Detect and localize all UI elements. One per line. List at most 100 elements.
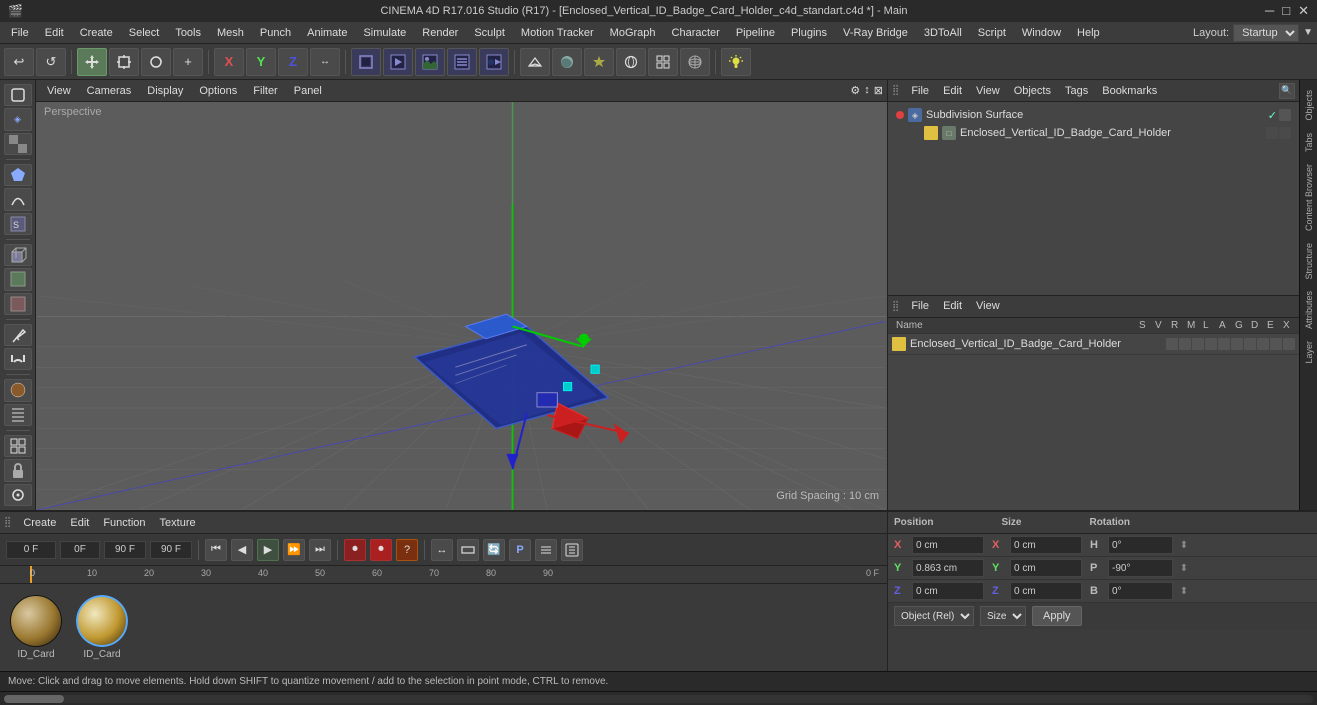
mat-create-menu[interactable]: Create — [17, 515, 62, 531]
grid-toggle-btn[interactable] — [4, 435, 32, 457]
mat-function-menu[interactable]: Function — [97, 515, 151, 531]
render-queue-button[interactable] — [479, 48, 509, 76]
keyframe-btn[interactable]: ? — [396, 539, 418, 561]
am-view-menu[interactable]: View — [970, 298, 1006, 314]
select-live-btn[interactable]: ◈ — [4, 108, 32, 130]
menu-render[interactable]: Render — [415, 25, 465, 41]
axis-z-button[interactable]: Z — [278, 48, 308, 76]
x-pos-input[interactable] — [912, 536, 984, 554]
cube-btn[interactable] — [4, 244, 32, 266]
om-bookmarks-menu[interactable]: Bookmarks — [1096, 83, 1163, 99]
vp-icon-3[interactable]: ⊠ — [874, 84, 883, 97]
vp-grid-button[interactable] — [648, 48, 678, 76]
mat-texture-menu[interactable]: Texture — [154, 515, 202, 531]
am-c6[interactable] — [1231, 338, 1243, 350]
om-ctrl-lock[interactable] — [1279, 127, 1291, 139]
goto-end-btn[interactable]: ⏭ — [309, 539, 331, 561]
vp-filter-menu[interactable]: Filter — [246, 83, 284, 99]
vp-lights-button[interactable] — [584, 48, 614, 76]
menu-mograph[interactable]: MoGraph — [603, 25, 663, 41]
scroll-track[interactable] — [4, 695, 1313, 703]
bottom-scrollbar[interactable] — [0, 691, 1317, 705]
magnet-btn[interactable] — [4, 348, 32, 370]
om-check-subdivision[interactable]: ✓ — [1268, 109, 1277, 122]
start-frame-input[interactable] — [60, 541, 100, 559]
menu-select[interactable]: Select — [122, 25, 167, 41]
am-c4[interactable] — [1205, 338, 1217, 350]
om-tags-menu[interactable]: Tags — [1059, 83, 1094, 99]
am-c8[interactable] — [1257, 338, 1269, 350]
nurbs-btn[interactable] — [4, 188, 32, 210]
am-file-menu[interactable]: File — [905, 298, 935, 314]
menu-animate[interactable]: Animate — [300, 25, 354, 41]
axis-all-button[interactable]: ↔ — [310, 48, 340, 76]
knife-btn[interactable] — [4, 324, 32, 346]
vp-view-menu[interactable]: View — [40, 83, 78, 99]
am-row-badge[interactable]: Enclosed_Vertical_ID_Badge_Card_Holder — [888, 334, 1299, 355]
timeline-move-btn[interactable]: ↔ — [431, 539, 453, 561]
am-c9[interactable] — [1270, 338, 1282, 350]
scroll-thumb[interactable] — [4, 695, 64, 703]
om-view-menu[interactable]: View — [970, 83, 1006, 99]
light-toggle-button[interactable] — [721, 48, 751, 76]
vp-display-menu[interactable]: Display — [140, 83, 190, 99]
om-item-subdivision[interactable]: ◈ Subdivision Surface ✓ — [892, 106, 1295, 124]
select-object-btn[interactable] — [4, 84, 32, 106]
layout-arrow[interactable]: ▼ — [1303, 27, 1313, 38]
vp-persp-button[interactable] — [520, 48, 550, 76]
checkerboard-btn[interactable] — [4, 133, 32, 155]
timeline-last-btn[interactable] — [561, 539, 583, 561]
menu-3dtoall[interactable]: 3DToAll — [917, 25, 969, 41]
menu-mesh[interactable]: Mesh — [210, 25, 251, 41]
vp-wire-button[interactable] — [680, 48, 710, 76]
rtab-layer[interactable]: Layer — [1302, 335, 1316, 370]
menu-help[interactable]: Help — [1070, 25, 1107, 41]
record-btn[interactable]: ⏺ — [344, 539, 366, 561]
am-edit-menu[interactable]: Edit — [937, 298, 968, 314]
x-size-input[interactable] — [1010, 536, 1082, 554]
menu-plugins[interactable]: Plugins — [784, 25, 834, 41]
z-size-input[interactable] — [1010, 582, 1082, 600]
mat-edit-menu[interactable]: Edit — [64, 515, 95, 531]
timeline-p-btn[interactable]: P — [509, 539, 531, 561]
vp-shading-button[interactable] — [552, 48, 582, 76]
vp-options-menu[interactable]: Options — [192, 83, 244, 99]
vp-icon-1[interactable]: ⚙ — [850, 84, 860, 97]
vp-cameras-menu[interactable]: Cameras — [80, 83, 139, 99]
menu-edit[interactable]: Edit — [38, 25, 71, 41]
y-size-input[interactable] — [1010, 559, 1082, 577]
end-frame-display[interactable] — [104, 541, 146, 559]
menu-create[interactable]: Create — [73, 25, 120, 41]
coord-mode-select[interactable]: Object (Rel) — [894, 606, 974, 626]
viewport[interactable]: Y X Z Perspective Grid Spacing : 10 cm — [36, 102, 887, 510]
transform-tool-button[interactable]: + — [173, 48, 203, 76]
vp-sphere-button[interactable] — [616, 48, 646, 76]
undo-button[interactable]: ↩ — [4, 48, 34, 76]
p-rot-input[interactable] — [1108, 559, 1173, 577]
timeline-scale-btn[interactable] — [457, 539, 479, 561]
b-rot-input[interactable] — [1108, 582, 1173, 600]
redo-button[interactable]: ↺ — [36, 48, 66, 76]
texture-btn[interactable] — [4, 404, 32, 426]
om-edit-menu[interactable]: Edit — [937, 83, 968, 99]
rtab-content-browser[interactable]: Content Browser — [1302, 158, 1316, 237]
menu-motion-tracker[interactable]: Motion Tracker — [514, 25, 601, 41]
om-ctrl-1[interactable] — [1279, 109, 1291, 121]
material-item-1[interactable]: ID_Card — [10, 595, 62, 660]
rotate-tool-button[interactable] — [141, 48, 171, 76]
vp-icon-2[interactable]: ↕ — [864, 84, 870, 97]
rtab-objects[interactable]: Objects — [1302, 84, 1316, 127]
menu-tools[interactable]: Tools — [168, 25, 208, 41]
am-c7[interactable] — [1244, 338, 1256, 350]
spline-btn[interactable]: S — [4, 213, 32, 235]
render-settings-button[interactable] — [447, 48, 477, 76]
rtab-tabs[interactable]: Tabs — [1302, 127, 1316, 158]
sweep-btn[interactable] — [4, 293, 32, 315]
z-pos-input[interactable] — [912, 582, 984, 600]
lock-btn[interactable] — [4, 459, 32, 481]
vp-panel-menu[interactable]: Panel — [287, 83, 329, 99]
render-vp-button[interactable] — [383, 48, 413, 76]
paint-btn[interactable] — [4, 379, 32, 401]
b-rot-spinner[interactable]: ⬍ — [1177, 582, 1191, 600]
next-frame-btn[interactable]: ⏩ — [283, 539, 305, 561]
